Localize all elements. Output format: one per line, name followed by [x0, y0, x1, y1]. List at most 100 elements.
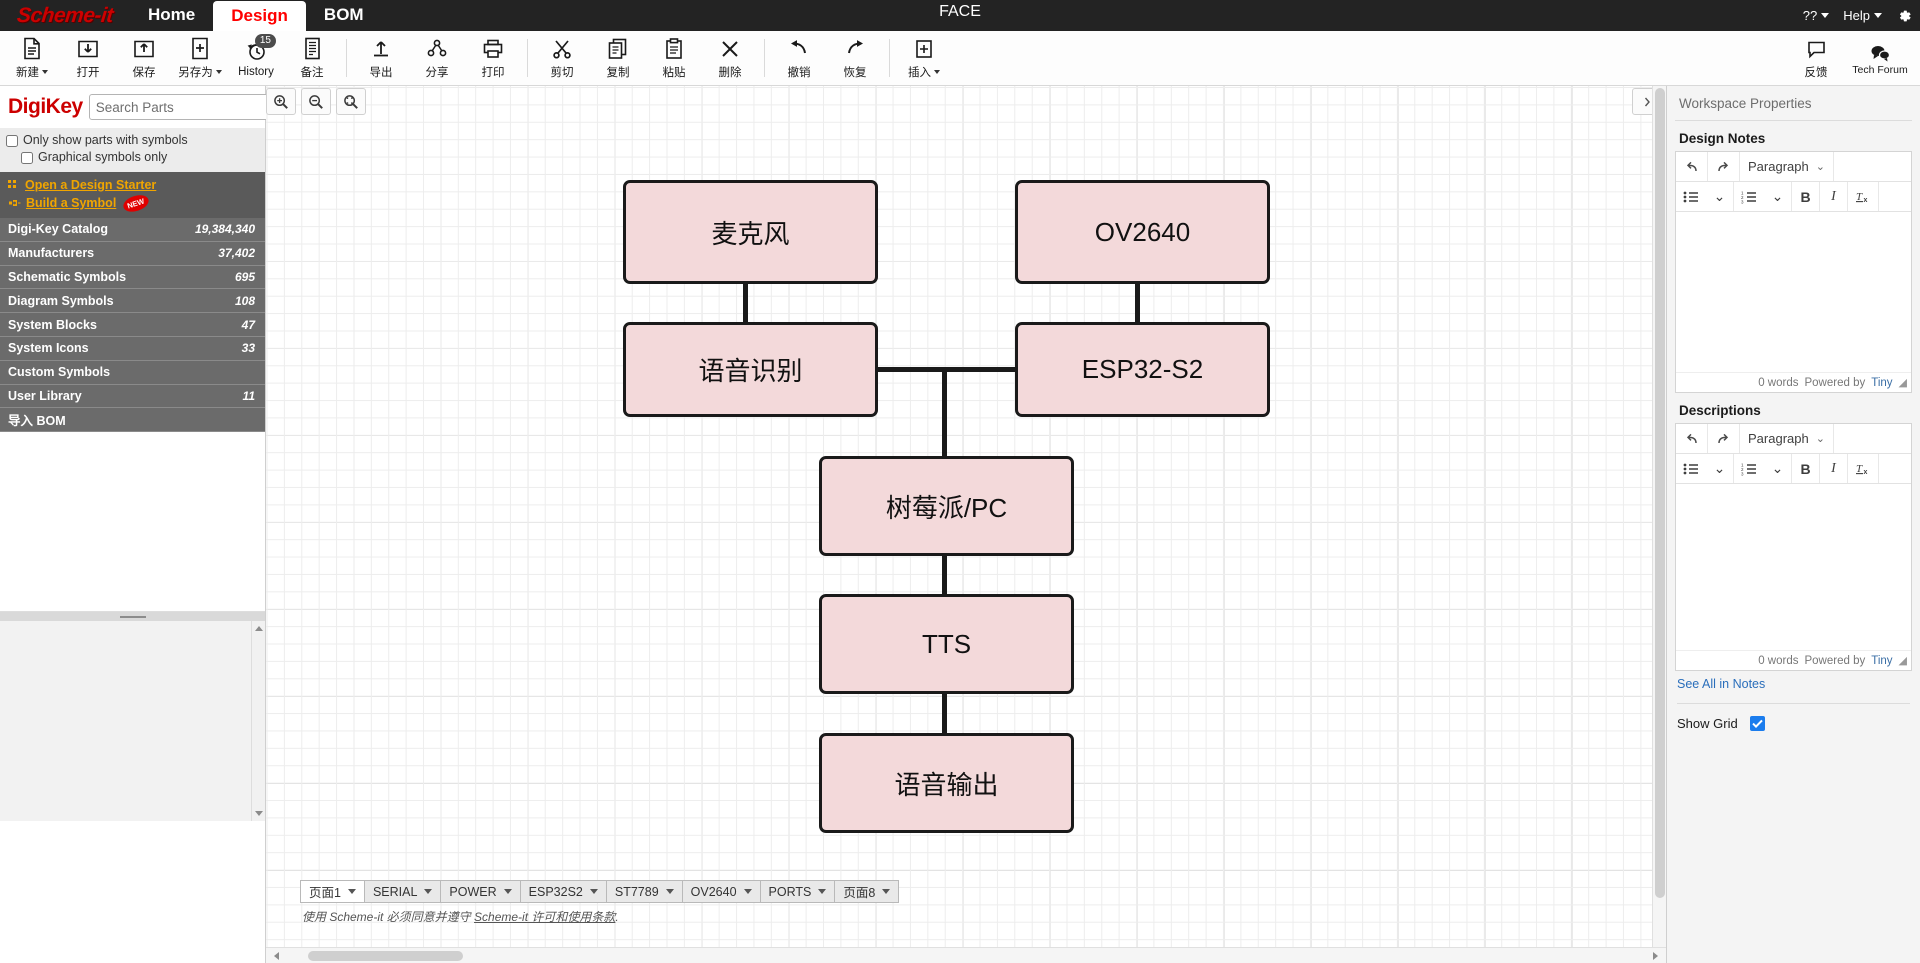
nav-tab-bom[interactable]: BOM [306, 0, 382, 31]
page-tab-8[interactable]: 页面8 [834, 880, 900, 903]
toolbar-save-button[interactable]: 保存 [116, 32, 172, 84]
panel-splitter-handle[interactable] [0, 612, 265, 622]
toolbar-copy-button[interactable]: 复制 [590, 32, 646, 84]
show-grid-checkbox[interactable] [1749, 716, 1765, 731]
filter-graphical-checkbox[interactable] [21, 151, 33, 164]
nav-tab-home[interactable]: Home [130, 0, 213, 31]
vertical-scroll-thumb[interactable] [1655, 88, 1665, 898]
page-tab-ports[interactable]: PORTS [759, 880, 835, 903]
zoom-in-button[interactable] [266, 88, 296, 115]
toolbar-tech-forum-button[interactable]: Tech Forum [1850, 33, 1910, 85]
toolbar-undo-button[interactable]: 撤销 [771, 32, 827, 84]
descriptions-clear-format-button[interactable]: Tx [1848, 454, 1879, 483]
left-panel-scrollbar[interactable] [251, 621, 265, 822]
toolbar-feedback-button[interactable]: 反馈 [1786, 33, 1846, 85]
help-menu[interactable]: Help [1843, 8, 1882, 23]
page-tab-serial[interactable]: SERIAL [363, 880, 441, 903]
category-diagram-symbols[interactable]: Diagram Symbols 108 [0, 289, 265, 314]
design-notes-number-list-dropdown[interactable]: ⌄ [1764, 182, 1792, 211]
descriptions-bullet-list-button[interactable] [1676, 454, 1706, 483]
scheme-it-logo[interactable]: Scheme-it [0, 0, 130, 31]
license-link[interactable]: Scheme-it 许可和使用条款 [474, 910, 615, 924]
toolbar-save-as-button[interactable]: 另存为 [172, 32, 228, 84]
canvas-vertical-scrollbar[interactable] [1652, 86, 1666, 963]
language-selector[interactable]: ?? [1803, 8, 1830, 23]
design-notes-format-select[interactable]: Paragraph ⌄ [1740, 152, 1834, 181]
chevron-down-icon[interactable] [424, 889, 433, 894]
descriptions-redo-button[interactable] [1708, 424, 1740, 453]
toolbar-notes-button[interactable]: 备注 [284, 32, 340, 84]
canvas-horizontal-scrollbar[interactable] [266, 947, 1666, 963]
build-a-symbol-link[interactable]: Build a Symbol [26, 196, 116, 210]
design-notes-redo-button[interactable] [1708, 152, 1740, 181]
category-digikey-catalog[interactable]: Digi-Key Catalog 19,384,340 [0, 218, 265, 242]
page-tab-esp32s2[interactable]: ESP32S2 [519, 880, 606, 903]
descriptions-italic-button[interactable]: I [1820, 454, 1848, 483]
scroll-right-arrow-icon[interactable] [1653, 951, 1658, 960]
toolbar-delete-button[interactable]: 删除 [702, 32, 758, 84]
design-notes-tiny-link[interactable]: Tiny [1871, 377, 1892, 389]
zoom-out-button[interactable] [301, 88, 331, 115]
descriptions-tiny-link[interactable]: Tiny [1871, 655, 1892, 667]
toolbar-share-button[interactable]: 分享 [409, 32, 465, 84]
toolbar-insert-button[interactable]: 插入 [896, 32, 952, 84]
chevron-down-icon[interactable] [665, 889, 674, 894]
design-notes-resize-handle[interactable]: ◢ [1899, 376, 1907, 389]
zoom-fit-button[interactable] [336, 88, 366, 115]
scroll-up-arrow-icon[interactable] [255, 626, 263, 632]
category-custom-symbols[interactable]: Custom Symbols [0, 361, 265, 385]
toolbar-cut-button[interactable]: 剪切 [534, 32, 590, 84]
category-schematic-symbols[interactable]: Schematic Symbols 695 [0, 266, 265, 290]
filter-only-parts-checkbox[interactable] [6, 134, 18, 147]
diagram-node-tts[interactable]: TTS [819, 594, 1074, 694]
page-tab-1[interactable]: 页面1 [300, 880, 364, 903]
category-import-bom[interactable]: 导入 BOM [0, 408, 265, 433]
category-system-blocks[interactable]: System Blocks 47 [0, 313, 265, 337]
design-notes-clear-format-button[interactable]: Tx [1848, 182, 1879, 211]
settings-button[interactable] [1896, 8, 1912, 24]
diagram-node-ov2640[interactable]: OV2640 [1015, 180, 1270, 284]
open-design-starter-link[interactable]: Open a Design Starter [25, 178, 156, 192]
chevron-down-icon[interactable] [589, 889, 598, 894]
chevron-down-icon[interactable] [347, 889, 356, 894]
build-a-symbol-row[interactable]: Build a Symbol NEW [0, 193, 265, 213]
nav-tab-design[interactable]: Design [213, 1, 306, 31]
design-notes-bold-button[interactable]: B [1792, 182, 1820, 211]
toolbar-history-button[interactable]: 15 History [228, 32, 284, 84]
see-all-in-notes-link[interactable]: See All in Notes [1677, 677, 1912, 691]
filter-graphical-symbols-only[interactable]: Graphical symbols only [6, 149, 265, 166]
design-notes-bullet-list-dropdown[interactable]: ⌄ [1706, 182, 1734, 211]
diagram-node-mic[interactable]: 麦克风 [623, 180, 878, 284]
page-tab-ov2640[interactable]: OV2640 [681, 880, 760, 903]
descriptions-undo-button[interactable] [1676, 424, 1708, 453]
descriptions-resize-handle[interactable]: ◢ [1899, 654, 1907, 667]
descriptions-number-list-dropdown[interactable]: ⌄ [1764, 454, 1792, 483]
chevron-down-icon[interactable] [743, 889, 752, 894]
chevron-down-icon[interactable] [503, 889, 512, 894]
design-notes-bullet-list-button[interactable] [1676, 182, 1706, 211]
diagram-node-voice-output[interactable]: 语音输出 [819, 733, 1074, 833]
design-canvas[interactable]: 麦克风 OV2640 语音识别 ESP32-S2 树莓派/PC TTS 语音输出 [266, 86, 1666, 963]
design-notes-undo-button[interactable] [1676, 152, 1708, 181]
toolbar-export-button[interactable]: 导出 [353, 32, 409, 84]
diagram-node-rpi[interactable]: 树莓派/PC [819, 456, 1074, 556]
chevron-down-icon[interactable] [882, 889, 891, 894]
toolbar-redo-button[interactable]: 恢复 [827, 32, 883, 84]
descriptions-bold-button[interactable]: B [1792, 454, 1820, 483]
design-notes-textarea[interactable] [1676, 212, 1911, 372]
toolbar-open-button[interactable]: 打开 [60, 32, 116, 84]
design-notes-italic-button[interactable]: I [1820, 182, 1848, 211]
descriptions-number-list-button[interactable]: 123 [1734, 454, 1764, 483]
category-user-library[interactable]: User Library 11 [0, 385, 265, 409]
descriptions-format-select[interactable]: Paragraph ⌄ [1740, 424, 1834, 453]
scroll-left-arrow-icon[interactable] [274, 951, 279, 960]
search-input[interactable] [89, 95, 279, 119]
scroll-down-arrow-icon[interactable] [255, 811, 263, 817]
horizontal-scroll-thumb[interactable] [308, 950, 463, 961]
page-tab-power[interactable]: POWER [440, 880, 520, 903]
descriptions-textarea[interactable] [1676, 484, 1911, 650]
open-design-starter-row[interactable]: Open a Design Starter [0, 176, 265, 194]
descriptions-bullet-list-dropdown[interactable]: ⌄ [1706, 454, 1734, 483]
filter-only-parts-with-symbols[interactable]: Only show parts with symbols [6, 132, 265, 149]
toolbar-new-button[interactable]: 新建 [4, 32, 60, 84]
